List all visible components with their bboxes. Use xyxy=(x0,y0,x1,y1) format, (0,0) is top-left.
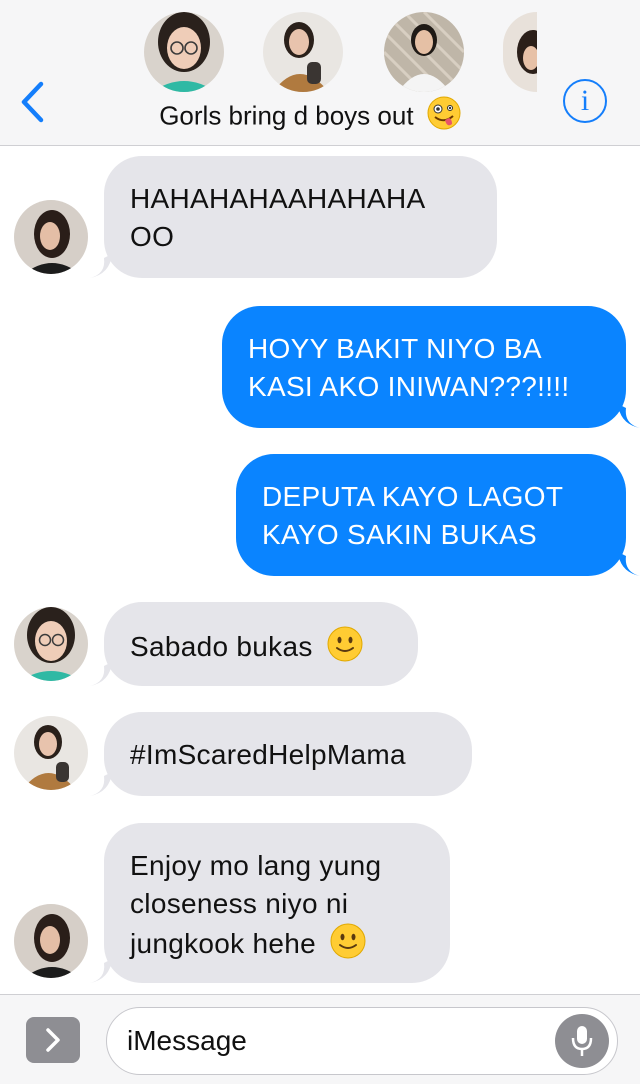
group-member-avatar-2[interactable] xyxy=(263,12,343,92)
slightly-smiling-face-emoji xyxy=(327,626,363,672)
imessage-field[interactable] xyxy=(106,1007,618,1075)
microphone-icon xyxy=(571,1026,593,1056)
group-member-avatar-1[interactable] xyxy=(144,12,224,92)
message-text: HOYY BAKIT NIYO BA KASI AKO INIWAN???!!!… xyxy=(248,333,570,402)
message-bubble-received[interactable]: Enjoy mo lang yung closeness niyo ni jun… xyxy=(90,823,450,983)
message-text: DEPUTA KAYO LAGOT KAYO SAKIN BUKAS xyxy=(262,481,563,550)
zany-face-emoji xyxy=(427,96,461,139)
group-title[interactable]: Gorls bring d boys out xyxy=(100,96,520,132)
group-name: Gorls bring d boys out xyxy=(159,100,414,131)
message-bubble-received[interactable]: HAHAHAHAAHAHAHA OO xyxy=(90,156,497,278)
bubble-tail xyxy=(90,254,112,278)
dictation-button[interactable] xyxy=(555,1014,609,1068)
sender-avatar[interactable] xyxy=(14,607,88,681)
message-input[interactable] xyxy=(127,1008,547,1074)
message-bubble-sent[interactable]: HOYY BAKIT NIYO BA KASI AKO INIWAN???!!!… xyxy=(222,306,640,428)
group-member-avatar-4[interactable] xyxy=(503,12,537,92)
bubble-tail xyxy=(618,552,640,576)
sender-avatar[interactable] xyxy=(14,716,88,790)
slightly-smiling-face-emoji xyxy=(330,923,366,969)
bubble-tail xyxy=(90,772,112,796)
bubble-tail xyxy=(618,404,640,428)
message-text: HAHAHAHAAHAHAHA OO xyxy=(130,183,424,252)
group-member-avatar-3[interactable] xyxy=(384,12,464,92)
message-text: #ImScaredHelpMama xyxy=(130,739,406,770)
info-button[interactable]: i xyxy=(563,79,607,123)
chevron-right-icon xyxy=(46,1028,60,1052)
message-input-bar xyxy=(0,994,640,1084)
conversation-header: Gorls bring d boys out i xyxy=(0,0,640,146)
sender-avatar[interactable] xyxy=(14,904,88,978)
sender-avatar[interactable] xyxy=(14,200,88,274)
message-text: Sabado bukas xyxy=(130,631,313,662)
back-button[interactable] xyxy=(14,80,50,124)
apps-button[interactable] xyxy=(26,1017,80,1063)
info-icon: i xyxy=(580,84,590,117)
bubble-tail xyxy=(90,959,112,983)
message-bubble-received[interactable]: Sabado bukas xyxy=(90,602,418,686)
message-bubble-received[interactable]: #ImScaredHelpMama xyxy=(90,712,472,796)
chevron-left-icon xyxy=(21,81,44,123)
bubble-tail xyxy=(90,662,112,686)
message-bubble-sent[interactable]: DEPUTA KAYO LAGOT KAYO SAKIN BUKAS xyxy=(236,454,640,576)
